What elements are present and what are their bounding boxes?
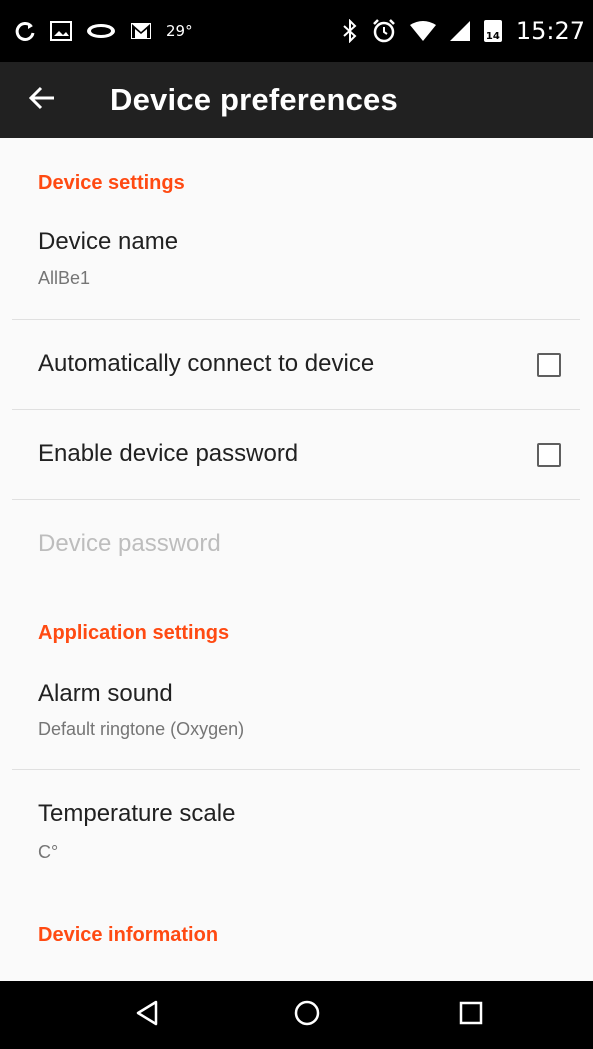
pref-temperature-scale-title: Temperature scale [38, 800, 236, 827]
nav-back-button[interactable] [107, 981, 187, 1049]
pref-alarm-sound-summary: Default ringtone (Oxygen) [38, 719, 245, 739]
status-bar-left: 29° [14, 0, 193, 62]
gmail-icon [130, 22, 152, 40]
enable-password-checkbox[interactable] [537, 443, 561, 467]
pref-auto-connect-title: Automatically connect to device [38, 350, 375, 377]
pref-temperature-scale[interactable]: Temperature scale C° [0, 770, 593, 890]
pref-alarm-sound[interactable]: Alarm sound Default ringtone (Oxygen) [0, 666, 593, 769]
clock-text: 15:27 [515, 17, 585, 45]
calendar-icon: 14 [483, 20, 502, 42]
app-toolbar: Device preferences [0, 62, 593, 138]
status-bar: 29° 14 15:27 [0, 0, 593, 62]
app-logo-icon [86, 23, 116, 39]
section-header-device-information: Device information [38, 924, 219, 946]
navigation-bar [0, 981, 593, 1049]
pref-enable-password-title: Enable device password [38, 440, 299, 467]
page-title: Device preferences [110, 82, 398, 117]
circle-home-icon [293, 999, 321, 1032]
pref-device-name-summary: AllBe1 [38, 268, 91, 288]
temperature-text: 29° [166, 22, 193, 40]
back-button[interactable] [28, 72, 84, 128]
pref-device-name[interactable]: Device name AllBe1 [0, 216, 593, 319]
pref-auto-connect[interactable]: Automatically connect to device [0, 320, 593, 409]
bluetooth-icon [342, 19, 358, 43]
wifi-icon [409, 21, 436, 41]
sync-icon [14, 20, 36, 42]
section-header-device-settings: Device settings [38, 172, 185, 194]
section-header-application-settings: Application settings [38, 622, 230, 644]
nav-recents-button[interactable] [431, 981, 511, 1049]
square-recents-icon [458, 1000, 484, 1031]
auto-connect-checkbox[interactable] [537, 353, 561, 377]
nav-home-button[interactable] [267, 981, 347, 1049]
pref-alarm-sound-title: Alarm sound [38, 680, 173, 707]
alarm-icon [372, 19, 396, 43]
pref-device-password: Device password [0, 500, 593, 590]
pref-device-name-title: Device name [38, 228, 179, 255]
pref-enable-password[interactable]: Enable device password [0, 410, 593, 499]
image-icon [50, 21, 72, 41]
status-bar-right: 14 15:27 [342, 0, 585, 62]
triangle-back-icon [134, 999, 160, 1032]
signal-icon [449, 21, 470, 41]
pref-temperature-scale-summary: C° [38, 842, 59, 862]
arrow-left-icon [28, 84, 56, 117]
pref-device-password-title: Device password [38, 530, 221, 557]
preferences-list[interactable]: Device settings Device name AllBe1 Autom… [0, 138, 593, 981]
